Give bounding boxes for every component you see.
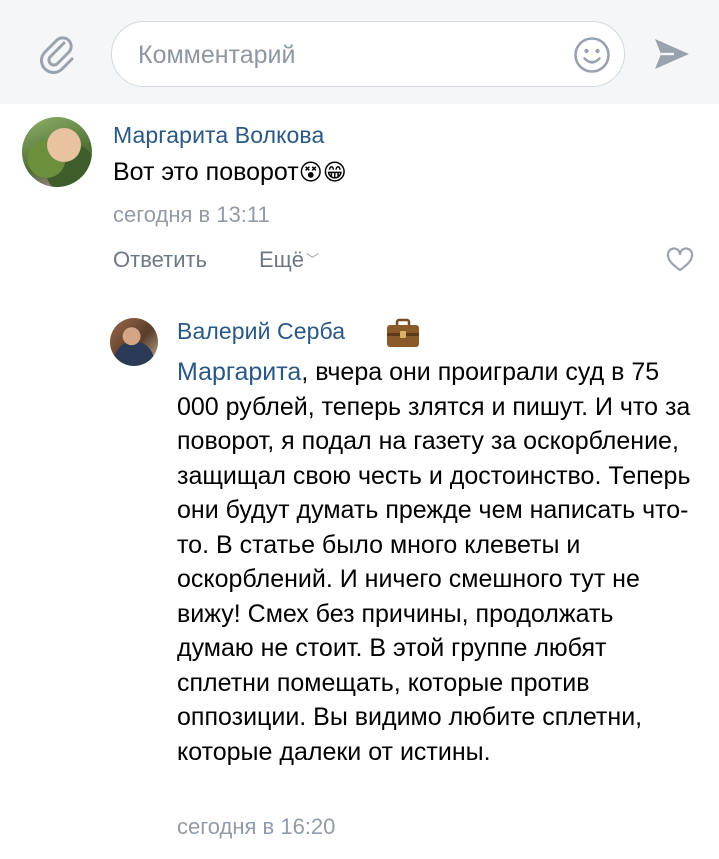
more-label: Ещё (259, 247, 305, 272)
comment-author[interactable]: Маргарита Волкова (113, 122, 324, 149)
send-button[interactable] (651, 34, 693, 74)
comment-text: Вот это поворот😵😁 (113, 158, 347, 187)
comment-date: сегодня в 13:11 (113, 202, 270, 227)
smile-icon (574, 37, 610, 73)
more-button[interactable]: Ещё ﹀ (259, 247, 319, 273)
comment-input[interactable] (136, 34, 560, 76)
reply-button[interactable]: Ответить (113, 247, 207, 273)
emoji-button[interactable] (572, 35, 612, 75)
avatar[interactable] (110, 318, 158, 366)
comment-text-body: , вчера они проиграли суд в 75 000 рубле… (177, 358, 691, 766)
paperclip-icon (40, 36, 74, 74)
briefcase-icon (387, 318, 419, 347)
like-button[interactable] (665, 245, 695, 275)
comment-composer (0, 0, 719, 104)
comment-field[interactable] (111, 21, 625, 87)
mention-link[interactable]: Маргарита (177, 358, 301, 386)
emoji: 😵😁 (298, 159, 347, 185)
next-row-edge (0, 852, 719, 859)
avatar[interactable] (22, 117, 92, 187)
comment-text: Маргарита, вчера они проиграли суд в 75 … (177, 355, 697, 769)
chevron-down-icon: ﹀ (306, 252, 320, 267)
comment-author[interactable]: Валерий Серба (177, 318, 345, 345)
send-icon (655, 39, 689, 69)
comment-date: сегодня в 16:20 (177, 814, 336, 839)
attach-button[interactable] (36, 32, 80, 76)
heart-icon (666, 247, 694, 272)
comment-text-body: Вот это поворот (113, 158, 299, 186)
